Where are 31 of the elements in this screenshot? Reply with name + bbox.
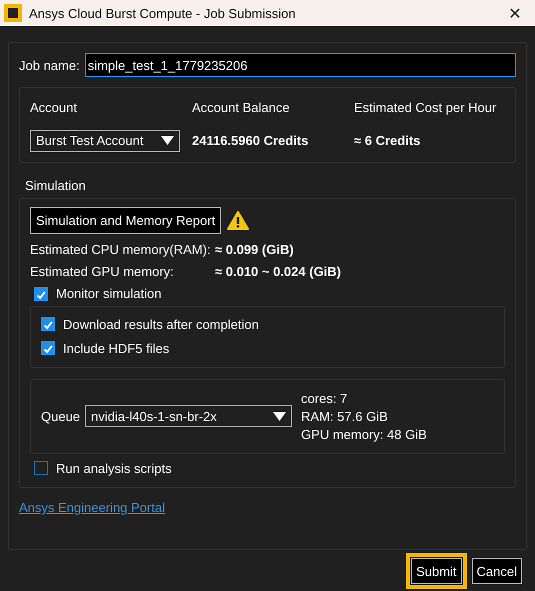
queue-label: Queue [41, 408, 80, 424]
caret-icon [161, 136, 174, 145]
option-checkbox[interactable]: Download results after completion [41, 313, 494, 336]
section-label: Simulation [25, 178, 87, 193]
queue-spec: RAM: 57.6 GiB [301, 408, 389, 424]
memory-label: Estimated GPU memory: [30, 264, 175, 279]
monitor-checkbox[interactable]: Monitor simulation [34, 283, 505, 304]
portal-link[interactable]: Ansys Engineering Portal [19, 500, 165, 515]
column-heading: Account Balance [192, 100, 291, 114]
run-scripts-checkbox[interactable]: Run analysis scripts [34, 458, 505, 479]
memory-value: ≈ 0.099 (GiB) [215, 242, 295, 257]
queue-spec: cores: 7 [301, 390, 348, 406]
app-logo-icon [4, 4, 22, 22]
window-title: Ansys Cloud Burst Compute - Job Submission [29, 6, 297, 20]
report-button[interactable]: Simulation and Memory Report [30, 207, 222, 234]
job-name-label: Job name: [19, 58, 80, 72]
memory-value: ≈ 0.010 ~ 0.024 (GiB) [215, 264, 342, 279]
queue-spec: GPU memory: 48 GiB [301, 426, 427, 442]
cost-value: ≈ 6 Credits [354, 133, 422, 148]
column-heading: Account [30, 100, 78, 114]
caret-icon [273, 412, 286, 421]
option-checkbox[interactable]: Include HDF5 files [41, 337, 494, 360]
dialog-button[interactable]: Submit [411, 558, 462, 584]
dialog-button[interactable]: Cancel [472, 558, 522, 584]
account-dropdown[interactable]: Burst Test Account [30, 130, 180, 152]
balance-value: 24116.5960 Credits [192, 133, 310, 148]
column-heading: Estimated Cost per Hour [354, 100, 498, 114]
job-name-field[interactable]: simple_test_1_1779235206 [84, 53, 516, 77]
memory-label: Estimated CPU memory(RAM): [30, 242, 212, 257]
queue-dropdown[interactable]: nvidia-l40s-1-sn-br-2x [85, 405, 292, 428]
close-button[interactable]: ✕ [495, 0, 535, 26]
